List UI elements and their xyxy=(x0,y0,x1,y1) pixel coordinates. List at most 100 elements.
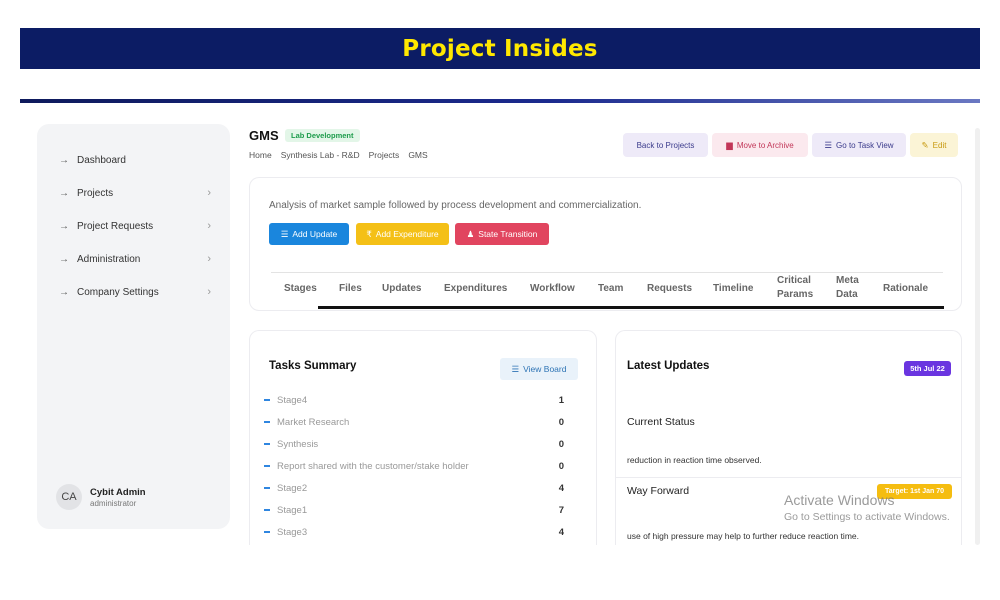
tabs-divider xyxy=(271,272,943,273)
sidebar-item-label: Company Settings xyxy=(77,286,159,298)
tab-files[interactable]: Files xyxy=(339,282,362,296)
list-item[interactable]: Market Research 0 xyxy=(264,415,564,429)
task-count: 0 xyxy=(558,416,564,428)
sidebar-item-company-settings[interactable]: → Company Settings › xyxy=(59,283,211,301)
tab-critical-params[interactable]: Critical Params xyxy=(777,274,813,302)
page-title: GMS xyxy=(249,128,279,143)
bullet-icon xyxy=(264,487,270,489)
sidebar-item-dashboard[interactable]: → Dashboard xyxy=(59,151,211,169)
tasks-summary-card: Tasks Summary ☰ View Board Stage4 1 Mark… xyxy=(249,330,597,545)
list-icon: ☰ xyxy=(280,228,289,239)
task-count: 1 xyxy=(558,394,564,406)
tab-meta-data[interactable]: Meta Data xyxy=(836,274,859,302)
bullet-icon xyxy=(264,465,270,467)
sidebar-item-label: Administration xyxy=(77,253,141,265)
tab-label: Rationale xyxy=(883,283,929,294)
add-expenditure-label: Add Expenditure xyxy=(375,229,439,239)
tab-label: Workflow xyxy=(530,283,575,294)
sidebar-item-project-requests[interactable]: → Project Requests › xyxy=(59,217,211,235)
chevron-right-icon: › xyxy=(207,187,211,199)
page-scrollbar[interactable] xyxy=(975,128,980,545)
banner-title: Project Insides xyxy=(402,35,598,62)
sidebar: → Dashboard → Projects › → Project Reque… xyxy=(37,124,230,529)
edit-icon: ✎ xyxy=(921,139,929,150)
tab-label: Team xyxy=(598,283,624,294)
edit-button[interactable]: ✎ Edit xyxy=(910,133,958,157)
tab-timeline[interactable]: Timeline xyxy=(713,282,753,296)
tab-stages[interactable]: Stages xyxy=(284,282,317,296)
arrow-right-icon: → xyxy=(59,187,69,199)
tab-label: Params xyxy=(777,289,814,300)
tab-workflow[interactable]: Workflow xyxy=(530,282,575,296)
tab-label: Meta xyxy=(836,275,859,286)
state-transition-label: State Transition xyxy=(478,229,538,239)
way-forward-text: use of high pressure may help to further… xyxy=(627,531,859,541)
view-board-button[interactable]: ☰ View Board xyxy=(500,358,578,380)
chevron-right-icon: › xyxy=(207,253,211,265)
title-banner: Project Insides xyxy=(20,28,980,69)
tab-expenditures[interactable]: Expenditures xyxy=(444,282,507,296)
activate-windows-watermark: Activate Windows xyxy=(784,492,895,508)
current-status-label: Current Status xyxy=(627,416,695,428)
task-name: Stage4 xyxy=(277,394,308,406)
bullet-icon xyxy=(264,443,270,445)
page-root: Project Insides → Dashboard → Projects ›… xyxy=(0,0,1000,600)
list-item[interactable]: Synthesis 0 xyxy=(264,437,564,451)
breadcrumb-home[interactable]: Home xyxy=(249,150,272,160)
sidebar-item-label: Project Requests xyxy=(77,220,154,232)
state-transition-button[interactable]: ♟ State Transition xyxy=(455,223,549,245)
user-role: administrator xyxy=(90,498,137,508)
breadcrumb-projects[interactable]: Projects xyxy=(369,150,400,160)
arrow-right-icon: → xyxy=(59,286,69,298)
breadcrumb-lab[interactable]: Synthesis Lab - R&D xyxy=(281,150,360,160)
breadcrumb: Home Synthesis Lab - R&D Projects GMS xyxy=(249,150,437,160)
list-item[interactable]: Stage3 4 xyxy=(264,525,564,539)
task-name: Stage3 xyxy=(277,526,308,538)
list-item[interactable]: Report shared with the customer/stake ho… xyxy=(264,459,564,473)
back-to-projects-label: Back to Projects xyxy=(636,140,695,150)
sidebar-item-projects[interactable]: → Projects › xyxy=(59,184,211,202)
user-profile[interactable]: CA Cybit Admin administrator xyxy=(56,484,146,510)
task-name: Synthesis xyxy=(277,438,319,450)
latest-updates-title: Latest Updates xyxy=(627,360,710,372)
tab-updates[interactable]: Updates xyxy=(382,282,421,296)
move-to-archive-button[interactable]: ▆ Move to Archive xyxy=(712,133,808,157)
activate-windows-subtext: Go to Settings to activate Windows. xyxy=(784,511,950,523)
go-to-task-view-button[interactable]: ☰ Go to Task View xyxy=(812,133,906,157)
add-expenditure-button[interactable]: ₹ Add Expenditure xyxy=(356,223,449,245)
user-name: Cybit Admin xyxy=(90,486,146,498)
bullet-icon xyxy=(264,421,270,423)
task-name: Stage1 xyxy=(277,504,308,516)
add-update-label: Add Update xyxy=(292,229,338,239)
tab-label: Updates xyxy=(382,283,422,294)
task-count: 4 xyxy=(558,482,564,494)
chevron-right-icon: › xyxy=(207,220,211,232)
bullet-icon xyxy=(264,399,270,401)
list-item[interactable]: Stage4 1 xyxy=(264,393,564,407)
bullet-icon xyxy=(264,509,270,511)
date-badge: 5th Jul 22 xyxy=(904,361,951,376)
list-item[interactable]: Stage1 7 xyxy=(264,503,564,517)
sidebar-item-label: Projects xyxy=(77,187,114,199)
sidebar-item-administration[interactable]: → Administration › xyxy=(59,250,211,268)
user-info: Cybit Admin administrator xyxy=(90,487,146,508)
way-forward-label: Way Forward xyxy=(627,485,690,497)
tab-team[interactable]: Team xyxy=(598,282,623,296)
back-to-projects-button[interactable]: Back to Projects xyxy=(623,133,708,157)
bullet-icon xyxy=(264,531,270,533)
edit-label: Edit xyxy=(932,140,947,150)
tab-rationale[interactable]: Rationale xyxy=(883,282,928,296)
task-name: Report shared with the customer/stake ho… xyxy=(277,460,469,472)
breadcrumb-current: GMS xyxy=(408,150,428,160)
tab-label: Stages xyxy=(284,283,317,294)
move-to-archive-label: Move to Archive xyxy=(736,140,794,150)
go-to-task-view-label: Go to Task View xyxy=(836,140,894,150)
banner-divider xyxy=(20,99,980,103)
arrow-right-icon: → xyxy=(59,154,69,166)
arrow-right-icon: → xyxy=(59,253,69,265)
task-count: 7 xyxy=(558,504,564,516)
list-item[interactable]: Stage2 4 xyxy=(264,481,564,495)
add-update-button[interactable]: ☰ Add Update xyxy=(269,223,349,245)
tab-requests[interactable]: Requests xyxy=(647,282,692,296)
tab-label: Critical xyxy=(777,275,811,286)
